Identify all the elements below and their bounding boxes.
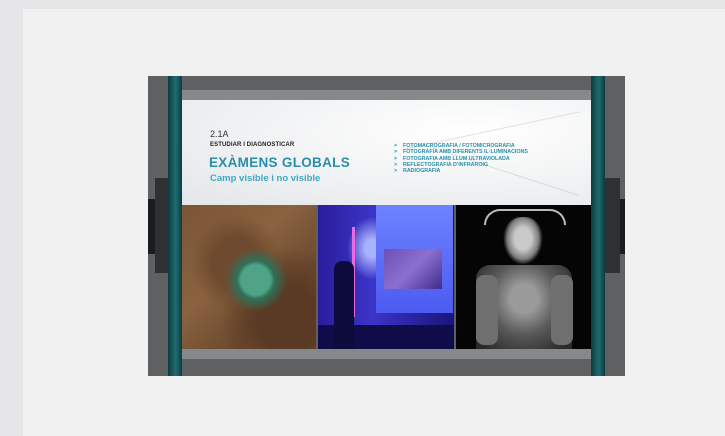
xray-head (503, 217, 543, 265)
list-item-label: RADIOGRAFIA (403, 168, 441, 175)
frame-bracket-right (604, 178, 620, 273)
list-item-label: FOTOGRAFIA AMB DIFERENTS IL·LUMINACIONS (403, 149, 528, 156)
panel-header: 2.1A ESTUDIAR I DIAGNOSTICAR EXÀMENS GLO… (182, 100, 591, 205)
frame-clip-left (148, 199, 155, 254)
section-code: 2.1A (210, 129, 229, 139)
xray-arm (476, 275, 498, 345)
uv-lab-photo (318, 205, 454, 349)
artwork-under-uv (384, 249, 442, 289)
panel-subtitle: Camp visible i no visible (210, 173, 321, 184)
list-item-label: FOTOMACROGRAFIA / FOTOMICROGRAFIA (403, 143, 515, 149)
exhibit-panel: 2.1A ESTUDIAR I DIAGNOSTICAR EXÀMENS GLO… (182, 100, 591, 349)
section-kicker: ESTUDIAR I DIAGNOSTICAR (210, 142, 295, 148)
list-item-label: FOTOGRAFIA AMB LLUM ULTRAVIOLADA (403, 155, 510, 162)
frame-rail-top (168, 90, 605, 100)
chevron-right-icon: > (394, 168, 398, 175)
panel-title: EXÀMENS GLOBALS (209, 155, 351, 170)
technique-list: > FOTOMACROGRAFIA / FOTOMICROGRAFIA > FOTO… (394, 143, 553, 174)
macro-photo (182, 205, 316, 349)
frame-post-right (591, 76, 605, 376)
frame-rail-bottom (168, 349, 605, 359)
list-item: > RADIOGRAFIA (394, 168, 553, 174)
photographer-silhouette (334, 261, 354, 349)
frame-post-left (168, 76, 182, 376)
list-item-label: REFLECTOGRAFIA D’INFRAROIG (403, 161, 489, 168)
xray-arm (551, 275, 573, 345)
xray-photo (456, 205, 591, 349)
photo-strip (182, 205, 591, 349)
